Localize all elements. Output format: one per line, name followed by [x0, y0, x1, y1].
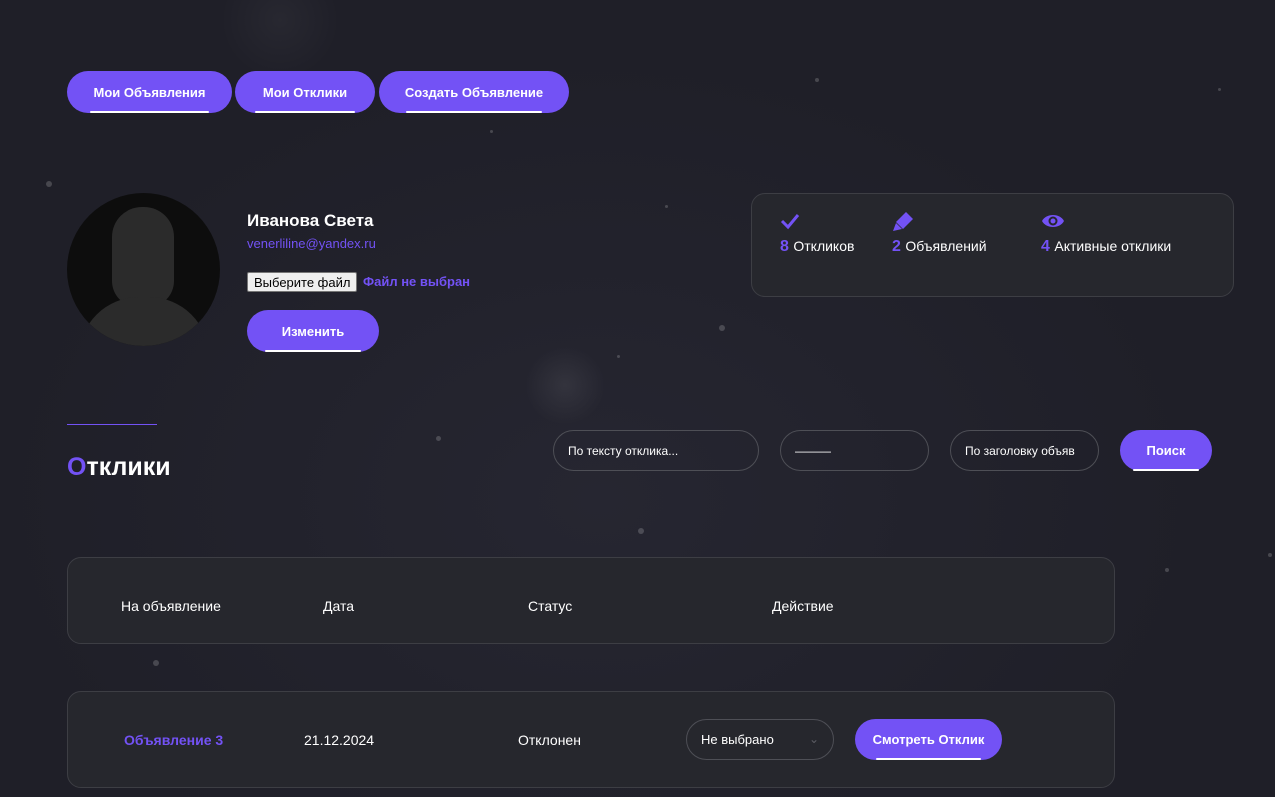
section-title: Отклики: [67, 453, 171, 482]
background-star: [665, 205, 668, 208]
table-header: На объявление Дата Статус Действие: [67, 557, 1115, 644]
stat-ads: 2 Объявлений: [892, 210, 987, 256]
action-select-value: Не выбрано: [701, 732, 774, 747]
response-status: Отклонен: [518, 732, 581, 748]
stat-label: Откликов: [793, 238, 855, 254]
section-title-initial: О: [67, 453, 87, 481]
response-text-search-input[interactable]: [553, 430, 759, 471]
background-star: [46, 181, 52, 187]
search-button[interactable]: Поиск: [1120, 430, 1212, 471]
column-header-ad: На объявление: [121, 598, 221, 614]
section-divider: [67, 424, 157, 425]
action-select[interactable]: Не выбрано ⌄: [686, 719, 834, 760]
eye-icon: [1042, 215, 1064, 227]
background-star: [1268, 553, 1272, 557]
background-star: [1218, 88, 1221, 91]
background-star: [815, 78, 819, 82]
stats-panel: 8 Откликов 2 Объявлений 4 Активные откли…: [751, 193, 1234, 297]
profile-email: venerliline@yandex.ru: [247, 236, 376, 251]
stat-value: 4: [1041, 238, 1050, 255]
background-star: [638, 528, 644, 534]
stat-value: 8: [780, 238, 789, 255]
ad-link[interactable]: Объявление 3: [124, 732, 223, 748]
stat-responses: 8 Откликов: [780, 210, 854, 256]
background-star: [490, 130, 493, 133]
avatar-silhouette-head: [112, 207, 174, 307]
avatar: [67, 193, 220, 346]
profile-name: Иванова Света: [247, 211, 374, 230]
choose-file-button[interactable]: Выберите файл: [247, 272, 358, 292]
ad-title-search-input[interactable]: [950, 430, 1099, 471]
column-header-action: Действие: [772, 598, 834, 614]
column-header-status: Статус: [528, 598, 573, 614]
column-header-date: Дата: [323, 598, 355, 614]
my-responses-button[interactable]: Мои Отклики: [235, 71, 375, 113]
section-title-rest: тклики: [86, 453, 171, 481]
stat-value: 2: [892, 238, 901, 255]
background-star: [436, 436, 441, 441]
response-date: 21.12.2024: [304, 732, 375, 748]
check-icon: [780, 214, 800, 230]
background-star: [153, 660, 159, 666]
background-star: [1165, 568, 1169, 572]
background-star: [617, 355, 620, 358]
date-filter-input[interactable]: [780, 430, 929, 471]
chevron-down-icon: ⌄: [808, 732, 819, 746]
background-star: [719, 325, 725, 331]
create-ad-button[interactable]: Создать Объявление: [379, 71, 569, 113]
file-status-label: Файл не выбран: [363, 274, 471, 289]
stat-active-responses: 4 Активные отклики: [1041, 210, 1171, 256]
stat-label: Объявлений: [905, 238, 987, 254]
stat-label: Активные отклики: [1054, 238, 1172, 254]
my-ads-button[interactable]: Мои Объявления: [67, 71, 232, 113]
marker-icon: [893, 212, 913, 231]
edit-profile-button[interactable]: Изменить: [247, 310, 379, 352]
view-response-button[interactable]: Смотреть Отклик: [855, 719, 1002, 760]
avatar-silhouette-body: [79, 297, 209, 346]
